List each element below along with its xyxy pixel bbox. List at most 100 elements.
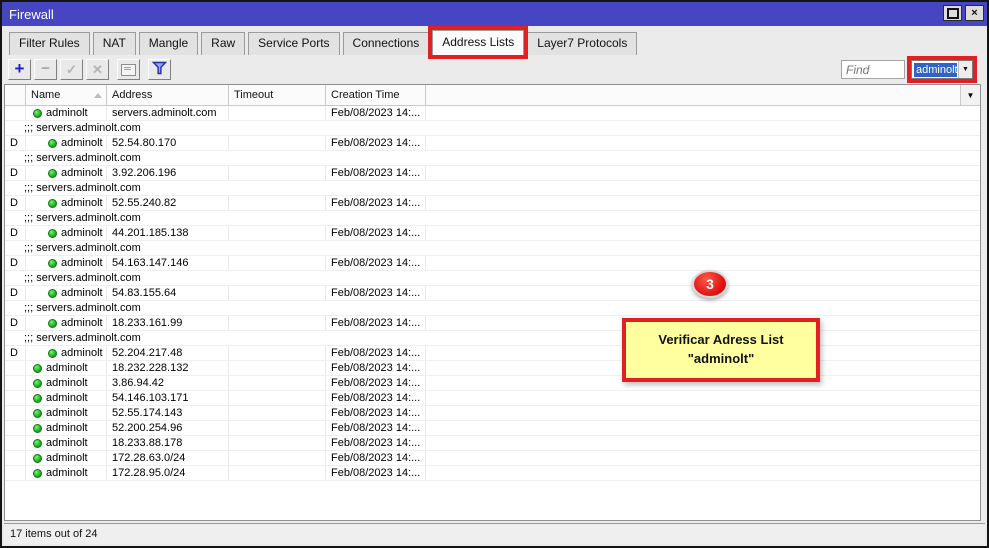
row-filler [426, 166, 980, 180]
find-area: adminolt ▼ [841, 60, 981, 79]
column-header-creation-time[interactable]: Creation Time [326, 85, 426, 106]
chevron-down-icon[interactable]: ▼ [958, 61, 972, 78]
row-name: adminolt [26, 391, 107, 405]
status-dot-icon [48, 259, 57, 268]
enable-button[interactable]: ✓ [60, 59, 83, 80]
row-flag: D [5, 136, 26, 150]
comment-row[interactable]: ;;; servers.adminolt.com [5, 181, 980, 196]
comment-row[interactable]: ;;; servers.adminolt.com [5, 301, 980, 316]
row-address: 54.163.147.146 [107, 256, 229, 270]
titlebar-buttons: × [943, 5, 984, 21]
table-row[interactable]: D adminolt 3.92.206.196 Feb/08/2023 14:.… [5, 166, 980, 181]
row-name: adminolt [26, 106, 107, 120]
maximize-button[interactable] [943, 5, 962, 21]
row-creation-time: Feb/08/2023 14:... [326, 406, 426, 420]
row-flag: D [5, 286, 26, 300]
table-row[interactable]: adminolt 52.200.254.96 Feb/08/2023 14:..… [5, 421, 980, 436]
tab-raw[interactable]: Raw [201, 32, 245, 55]
tab-connections[interactable]: Connections [343, 32, 430, 55]
tab-layer7-protocols[interactable]: Layer7 Protocols [527, 32, 637, 55]
comment-row[interactable]: ;;; servers.adminolt.com [5, 211, 980, 226]
row-address: 172.28.95.0/24 [107, 466, 229, 480]
table-row[interactable]: D adminolt 52.204.217.48 Feb/08/2023 14:… [5, 346, 980, 361]
row-creation-time: Feb/08/2023 14:... [326, 421, 426, 435]
address-list-filter-dropdown[interactable]: adminolt ▼ [911, 60, 973, 79]
tab-nat[interactable]: NAT [93, 32, 136, 55]
table-row[interactable]: D adminolt 44.201.185.138 Feb/08/2023 14… [5, 226, 980, 241]
column-header-name[interactable]: Name [26, 85, 107, 106]
row-timeout [229, 391, 326, 405]
column-selector-button[interactable]: ▼ [961, 85, 980, 106]
callout-line-2: "adminolt" [688, 350, 755, 369]
row-filler [426, 106, 980, 120]
close-button[interactable]: × [965, 5, 984, 21]
column-header-filler [426, 85, 961, 106]
tab-filter-rules[interactable]: Filter Rules [9, 32, 90, 55]
comment-button[interactable] [117, 59, 140, 80]
row-timeout [229, 286, 326, 300]
comment-row[interactable]: ;;; servers.adminolt.com [5, 241, 980, 256]
row-timeout [229, 316, 326, 330]
row-creation-time: Feb/08/2023 14:... [326, 451, 426, 465]
comment-row[interactable]: ;;; servers.adminolt.com [5, 151, 980, 166]
table-row[interactable]: adminolt 52.55.174.143 Feb/08/2023 14:..… [5, 406, 980, 421]
find-input[interactable] [841, 60, 905, 79]
address-list-filter-annotation: adminolt ▼ [911, 60, 973, 79]
table-row[interactable]: adminolt 3.86.94.42 Feb/08/2023 14:... [5, 376, 980, 391]
status-dot-icon [48, 139, 57, 148]
column-header-flags[interactable] [5, 85, 26, 106]
row-address: 52.200.254.96 [107, 421, 229, 435]
disable-button[interactable]: ✕ [86, 59, 109, 80]
row-creation-time: Feb/08/2023 14:... [326, 256, 426, 270]
table-row[interactable]: adminolt 172.28.63.0/24 Feb/08/2023 14:.… [5, 451, 980, 466]
row-flag: D [5, 316, 26, 330]
table-row[interactable]: adminolt 18.232.228.132 Feb/08/2023 14:.… [5, 361, 980, 376]
table-body: adminolt servers.adminolt.com Feb/08/202… [5, 106, 980, 481]
table-row[interactable]: D adminolt 54.163.147.146 Feb/08/2023 14… [5, 256, 980, 271]
column-header-address[interactable]: Address [107, 85, 229, 106]
row-timeout [229, 106, 326, 120]
tab-service-ports[interactable]: Service Ports [248, 32, 339, 55]
status-dot-icon [48, 199, 57, 208]
comment-row[interactable]: ;;; servers.adminolt.com [5, 121, 980, 136]
table-row[interactable]: D adminolt 52.54.80.170 Feb/08/2023 14:.… [5, 136, 980, 151]
table-row[interactable]: adminolt servers.adminolt.com Feb/08/202… [5, 106, 980, 121]
funnel-icon [152, 61, 167, 78]
table-row[interactable]: D adminolt 18.233.161.99 Feb/08/2023 14:… [5, 316, 980, 331]
row-name: adminolt [26, 376, 107, 390]
row-creation-time: Feb/08/2023 14:... [326, 436, 426, 450]
column-header-timeout[interactable]: Timeout [229, 85, 326, 106]
row-address: 52.54.80.170 [107, 136, 229, 150]
row-flag [5, 361, 26, 375]
row-timeout [229, 376, 326, 390]
table-row[interactable]: D adminolt 52.55.240.82 Feb/08/2023 14:.… [5, 196, 980, 211]
row-creation-time: Feb/08/2023 14:... [326, 316, 426, 330]
row-flag: D [5, 166, 26, 180]
comment-row[interactable]: ;;; servers.adminolt.com [5, 331, 980, 346]
filter-button[interactable] [148, 59, 171, 80]
row-address: 54.83.155.64 [107, 286, 229, 300]
row-flag [5, 451, 26, 465]
comment-text: ;;; servers.adminolt.com [24, 181, 141, 195]
row-name: adminolt [26, 406, 107, 420]
table-row[interactable]: D adminolt 54.83.155.64 Feb/08/2023 14:.… [5, 286, 980, 301]
add-button[interactable]: + [8, 59, 31, 80]
row-creation-time: Feb/08/2023 14:... [326, 196, 426, 210]
row-name: adminolt [26, 346, 107, 360]
remove-button[interactable]: − [34, 59, 57, 80]
comment-row[interactable]: ;;; servers.adminolt.com [5, 271, 980, 286]
tab-address-lists[interactable]: Address Lists [432, 30, 524, 55]
comment-text: ;;; servers.adminolt.com [24, 241, 141, 255]
status-dot-icon [33, 424, 42, 433]
row-address: 3.92.206.196 [107, 166, 229, 180]
row-filler [426, 436, 980, 450]
tab-mangle[interactable]: Mangle [139, 32, 198, 55]
comment-icon [121, 64, 136, 76]
row-name: adminolt [26, 136, 107, 150]
row-timeout [229, 421, 326, 435]
table-row[interactable]: adminolt 54.146.103.171 Feb/08/2023 14:.… [5, 391, 980, 406]
status-dot-icon [48, 169, 57, 178]
table-row[interactable]: adminolt 18.233.88.178 Feb/08/2023 14:..… [5, 436, 980, 451]
row-address: servers.adminolt.com [107, 106, 229, 120]
table-row[interactable]: adminolt 172.28.95.0/24 Feb/08/2023 14:.… [5, 466, 980, 481]
